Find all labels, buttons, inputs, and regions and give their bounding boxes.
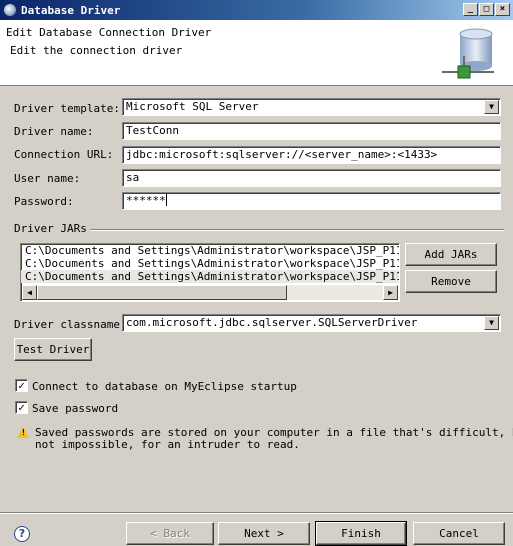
add-jars-button[interactable]: Add JARs <box>405 243 497 266</box>
driver-template-select[interactable]: Microsoft SQL Server ▼ <box>122 98 501 116</box>
remove-button[interactable]: Remove <box>405 270 497 293</box>
finish-button[interactable]: Finish <box>315 521 407 546</box>
connect-on-startup-label: Connect to database on MyEclipse startup <box>32 380 297 393</box>
text-caret <box>165 194 167 206</box>
driver-classname-label: Driver classname: <box>14 318 127 331</box>
user-name-input[interactable]: sa <box>122 169 501 187</box>
scroll-right-icon[interactable]: ▶ <box>383 285 398 300</box>
title-bar: Database Driver _ □ × <box>0 0 513 20</box>
database-connection-icon <box>442 28 494 79</box>
app-icon <box>3 3 17 17</box>
driver-classname-value: com.microsoft.jdbc.sqlserver.SQLServerDr… <box>126 316 418 329</box>
password-input[interactable]: ****** <box>122 192 501 210</box>
header-description: Edit the connection driver <box>10 44 183 57</box>
warning-line-2: not impossible, for an intruder to read. <box>35 438 300 451</box>
scrollbar-thumb[interactable] <box>37 285 287 300</box>
driver-name-input[interactable]: TestConn <box>122 122 501 140</box>
password-value: ****** <box>126 194 166 207</box>
header-title: Edit Database Connection Driver <box>6 26 212 39</box>
dialog-header: Edit Database Connection Driver Edit the… <box>0 20 513 86</box>
next-button[interactable]: Next > <box>218 522 310 545</box>
connection-url-input[interactable]: jdbc:microsoft:sqlserver://<server_name>… <box>122 146 501 164</box>
chevron-down-icon[interactable]: ▼ <box>484 316 499 330</box>
connect-on-startup-checkbox[interactable]: ✓ <box>15 379 28 392</box>
chevron-down-icon[interactable]: ▼ <box>484 100 499 114</box>
driver-classname-select[interactable]: com.microsoft.jdbc.sqlserver.SQLServerDr… <box>122 314 501 332</box>
driver-template-value: Microsoft SQL Server <box>126 100 259 113</box>
horizontal-scrollbar[interactable]: ◀ ▶ <box>22 285 398 300</box>
list-item[interactable]: C:\Documents and Settings\Administrator\… <box>21 257 399 270</box>
password-label: Password: <box>14 195 74 208</box>
save-password-label: Save password <box>32 402 119 415</box>
jars-separator <box>90 229 504 231</box>
driver-jars-list[interactable]: C:\Documents and Settings\Administrator\… <box>20 243 400 302</box>
user-name-label: User name: <box>14 172 81 185</box>
warning-mark: ! <box>21 428 26 437</box>
scroll-left-icon[interactable]: ◀ <box>22 285 37 300</box>
cancel-button[interactable]: Cancel <box>413 522 505 545</box>
driver-template-label: Driver template: <box>14 102 120 115</box>
test-driver-button[interactable]: Test Driver <box>14 338 92 361</box>
driver-name-label: Driver name: <box>14 125 94 138</box>
close-button[interactable]: × <box>495 3 510 16</box>
window-title: Database Driver <box>21 3 121 17</box>
driver-jars-label: Driver JARs <box>14 222 87 235</box>
back-button[interactable]: < Back <box>126 522 214 545</box>
maximize-button[interactable]: □ <box>479 3 494 16</box>
list-item[interactable]: C:\Documents and Settings\Administrator\… <box>21 244 399 257</box>
footer-separator <box>0 512 513 514</box>
help-icon[interactable]: ? <box>14 526 30 542</box>
minimize-button[interactable]: _ <box>463 3 478 16</box>
save-password-checkbox[interactable]: ✓ <box>15 401 28 414</box>
list-item[interactable]: C:\Documents and Settings\Administrator\… <box>21 270 399 283</box>
connection-url-label: Connection URL: <box>14 148 114 161</box>
